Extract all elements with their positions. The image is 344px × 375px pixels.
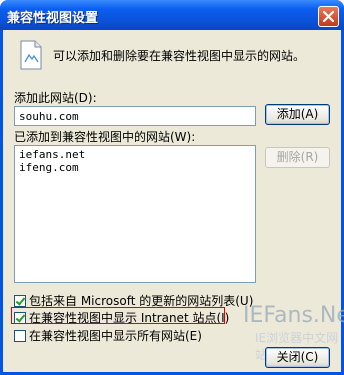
info-text: 可以添加和删除要在兼容性视图中显示的网站。 [53,49,306,63]
close-icon [322,10,335,23]
option-microsoft-list-label: 包括来自 Microsoft 的更新的网站列表(U) [29,294,254,308]
dialog-title: 兼容性视图设置 [7,11,99,26]
add-site-label: 添加此网站(D): [14,91,97,105]
checkbox-microsoft-list[interactable] [14,294,26,307]
option-all-sites-label: 在兼容性视图中显示所有网站(E) [29,329,202,343]
title-bar: 兼容性视图设置 [0,0,344,30]
added-sites-label: 已添加到兼容性视图中的网站(W): [14,130,196,144]
watermark-brand: IEFans.Net [243,303,344,328]
close-window-button[interactable] [318,6,339,27]
list-item[interactable]: ifeng.com [19,161,251,174]
add-site-input[interactable] [14,106,256,126]
option-microsoft-list[interactable]: 包括来自 Microsoft 的更新的网站列表(U) [14,292,253,308]
added-sites-list[interactable]: iefans.net ifeng.com [14,145,256,283]
list-item[interactable]: iefans.net [19,148,251,161]
annotation-highlight-box [11,307,225,324]
webpage-icon [20,40,42,70]
close-button[interactable]: 关闭(C) [265,347,330,368]
remove-button[interactable]: 删除(R) [265,147,330,168]
checkbox-all-sites[interactable] [14,329,26,342]
add-button[interactable]: 添加(A) [265,104,330,125]
option-all-sites[interactable]: 在兼容性视图中显示所有网站(E) [14,327,202,343]
